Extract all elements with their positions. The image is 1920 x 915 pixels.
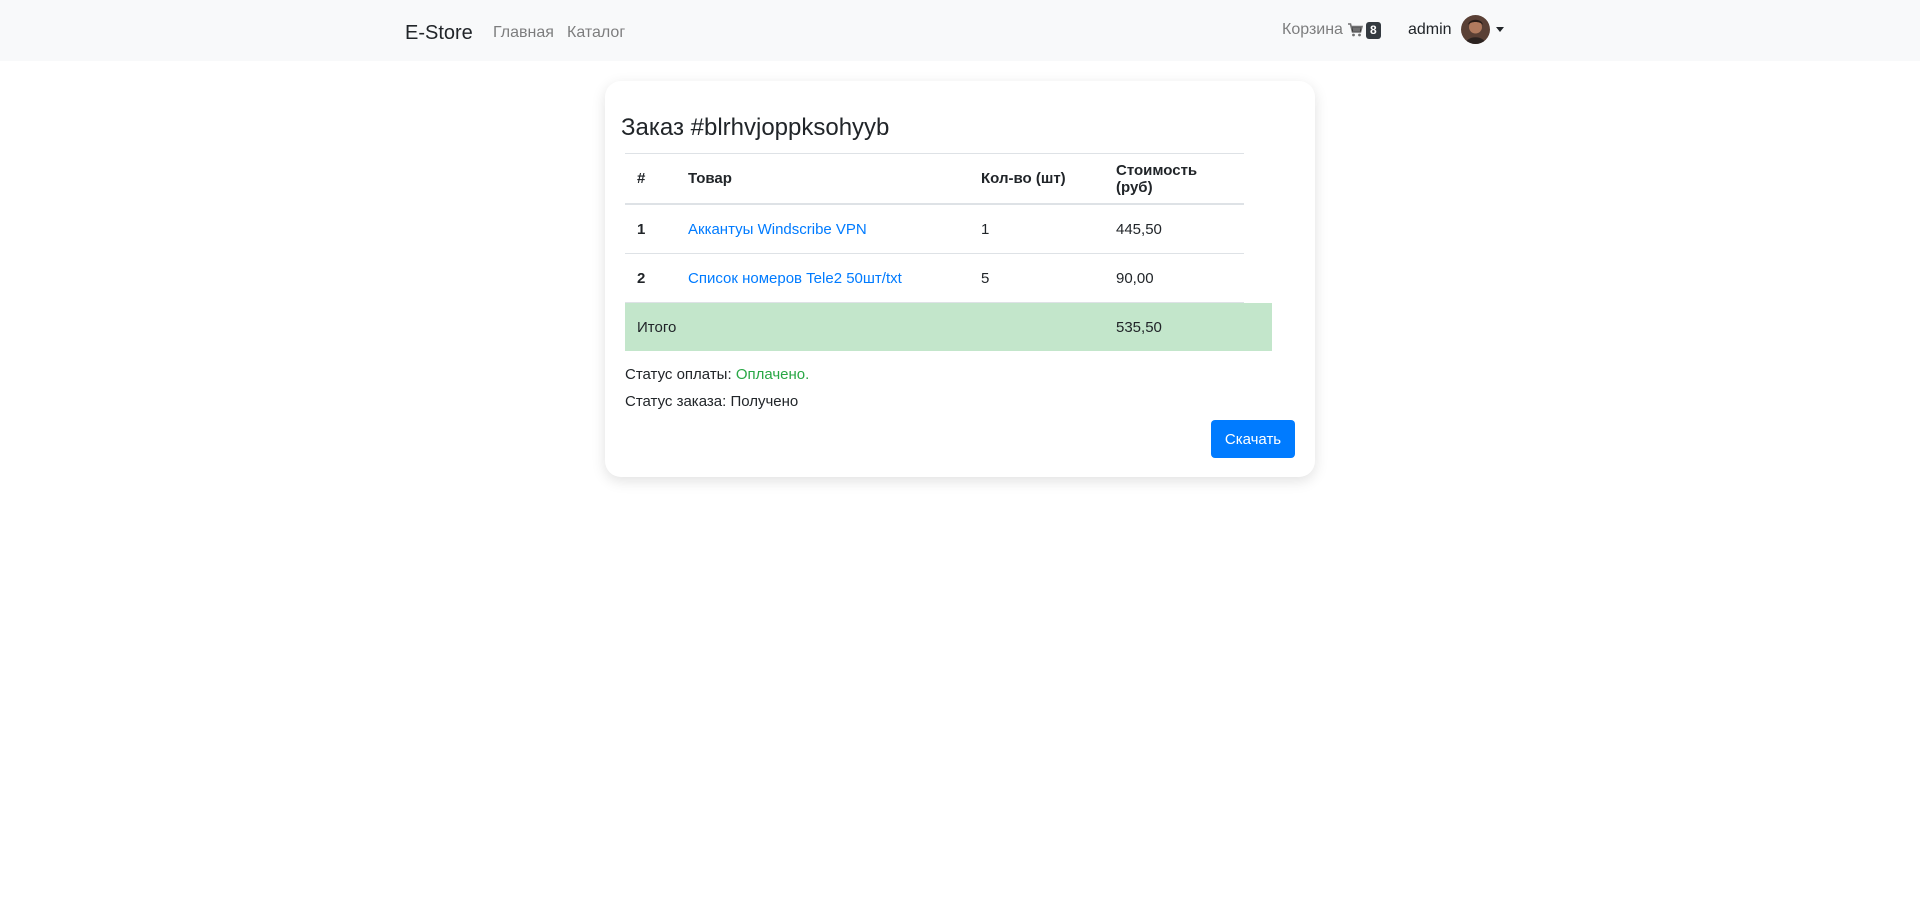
user-menu-toggle[interactable]: admin bbox=[1408, 15, 1504, 44]
product-cell: Список номеров Tele2 50шт/txt bbox=[676, 253, 969, 303]
row-number: 2 bbox=[625, 253, 676, 303]
table-header-row: # Товар Кол-во (шт) Стоимость (руб) bbox=[625, 153, 1272, 205]
navbar: E-Store Главная Каталог Корзина 8 admin bbox=[0, 0, 1920, 61]
cart-count-badge: 8 bbox=[1365, 21, 1381, 39]
table-row: 1 Аккантуы Windscribe VPN 1 445,50 bbox=[625, 204, 1272, 254]
table-header-spacer bbox=[1244, 154, 1272, 205]
row-spacer bbox=[1244, 254, 1272, 303]
order-status-value: Получено bbox=[730, 393, 799, 410]
user-name: admin bbox=[1408, 20, 1452, 38]
column-header-cost: Стоимость (руб) bbox=[1104, 153, 1244, 205]
cart-label: Корзина bbox=[1282, 21, 1343, 38]
order-card: Заказ #blrhvjoppksohyyb # Товар Кол-во (… bbox=[605, 81, 1315, 477]
cost-cell: 445,50 bbox=[1104, 204, 1244, 254]
quantity-cell: 1 bbox=[969, 204, 1104, 254]
product-link[interactable]: Список номеров Tele2 50шт/txt bbox=[688, 270, 902, 287]
chevron-down-icon bbox=[1495, 27, 1504, 32]
order-table: # Товар Кол-во (шт) Стоимость (руб) 1 Ак… bbox=[625, 153, 1272, 351]
order-status: Статус заказа: Получено bbox=[625, 392, 798, 412]
total-value: 535,50 bbox=[1104, 302, 1272, 351]
payment-status: Статус оплаты: Оплачено. bbox=[625, 365, 809, 385]
column-header-quantity: Кол-во (шт) bbox=[969, 153, 1104, 205]
column-header-product: Товар bbox=[676, 153, 969, 205]
download-button[interactable]: Скачать bbox=[1211, 420, 1295, 458]
nav-link-catalog[interactable]: Каталог bbox=[567, 22, 625, 44]
cost-cell: 90,00 bbox=[1104, 253, 1244, 303]
nav-link-home[interactable]: Главная bbox=[493, 22, 554, 44]
total-label: Итого bbox=[625, 302, 1104, 351]
avatar bbox=[1460, 15, 1490, 44]
product-link[interactable]: Аккантуы Windscribe VPN bbox=[688, 221, 867, 238]
payment-status-label: Статус оплаты: bbox=[625, 366, 736, 383]
payment-status-value: Оплачено. bbox=[735, 366, 810, 383]
row-spacer bbox=[1244, 204, 1272, 254]
column-header-number: # bbox=[625, 153, 676, 205]
total-row: Итого 535,50 bbox=[625, 302, 1272, 351]
order-status-label: Статус заказа: bbox=[625, 393, 731, 410]
table-row: 2 Список номеров Tele2 50шт/txt 5 90,00 bbox=[625, 253, 1272, 303]
brand-link[interactable]: E-Store bbox=[405, 20, 473, 46]
product-cell: Аккантуы Windscribe VPN bbox=[676, 204, 969, 254]
quantity-cell: 5 bbox=[969, 253, 1104, 303]
row-number: 1 bbox=[625, 204, 676, 254]
page-title: Заказ #blrhvjoppksohyyb bbox=[621, 114, 890, 142]
shopping-cart-icon bbox=[1347, 23, 1363, 37]
cart-link[interactable]: Корзина 8 bbox=[1282, 19, 1381, 41]
